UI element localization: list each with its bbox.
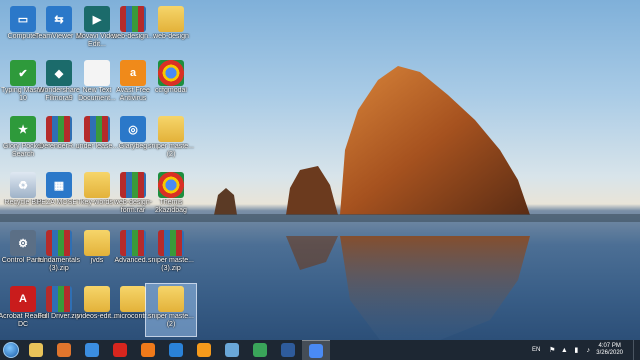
desktop-icon-image: ♻ [10, 172, 36, 198]
desktop-icon[interactable]: sniper maste... (2) [146, 114, 196, 166]
desktop-icon-label: sniper maste... (2) [148, 143, 194, 158]
desktop-icon-image: ◆ [46, 60, 72, 86]
internet-explorer-icon [85, 342, 99, 357]
desktop-icon-image [158, 286, 184, 312]
desktop-icon-image: a [120, 60, 146, 86]
taskbar-internet-explorer-button[interactable] [78, 340, 106, 360]
desktop-icon[interactable]: sniper maste... (2) [145, 283, 197, 337]
taskbar-box-button[interactable] [218, 340, 246, 360]
clock-time: 4:07 PM [598, 343, 621, 349]
taskbar-explorer-button[interactable] [22, 340, 50, 360]
desktop-icon-image: ⇆ [46, 6, 72, 32]
teamviewer-icon [169, 342, 183, 357]
desktop-icon-image [120, 6, 146, 32]
desktop-icon-image [158, 116, 184, 142]
firefox-icon [141, 342, 155, 357]
desktop-icon-image [84, 230, 110, 256]
taskbar-sublime-button[interactable] [190, 340, 218, 360]
chrome-icon [253, 342, 267, 357]
desktop-icon-image: ★ [10, 116, 36, 142]
taskbar-media-player-button[interactable] [50, 340, 78, 360]
desktop-icon-image: A [10, 286, 36, 312]
desktop-icon-image: ▦ [46, 172, 72, 198]
desktop-icon-label: sniper maste... (2) [148, 313, 194, 328]
opera-icon [113, 342, 127, 357]
desktop-icon-label: sniper maste... (3).zip [148, 257, 194, 272]
desktop-icon[interactable]: Themis 2kazidbag [146, 170, 196, 222]
taskbar: EN ⚑ ▲ ▮ ♪ 4:07 PM 3/26/2020 [0, 339, 640, 361]
media-player-icon [57, 342, 71, 357]
desktop-icon-image [46, 286, 72, 312]
taskbar-apps [22, 339, 330, 361]
volume-icon[interactable]: ♪ [584, 346, 592, 354]
desktop-icon[interactable]: sniper maste... (3).zip [146, 228, 196, 280]
explorer-icon [29, 342, 43, 357]
desktop-icon-image [46, 230, 72, 256]
photoshop-icon [281, 342, 295, 357]
windows-logo-icon [3, 342, 19, 358]
desktop-icon-image [84, 116, 110, 142]
desktop-icon-image: ✔ [10, 60, 36, 86]
desktop-icon-image [120, 286, 146, 312]
flag-icon[interactable]: ⚑ [548, 346, 556, 354]
desktop-icon-image [84, 286, 110, 312]
taskbar-photoshop-button[interactable] [274, 340, 302, 360]
desktop-icon-image: ⚙ [10, 230, 36, 256]
taskbar-firefox-button[interactable] [134, 340, 162, 360]
desktop-icon-image [120, 230, 146, 256]
desktop-icon-image [84, 60, 110, 86]
desktop-icon-image [158, 172, 184, 198]
desktop-icon-image [84, 172, 110, 198]
desktop-icon-image: ▶ [84, 6, 110, 32]
desktop-icon-image [46, 116, 72, 142]
sublime-icon [197, 342, 211, 357]
desktop-icon-image [120, 172, 146, 198]
desktop-icon-image: ◎ [120, 116, 146, 142]
clock[interactable]: 4:07 PM 3/26/2020 [596, 343, 623, 357]
system-tray: EN ⚑ ▲ ▮ ♪ 4:07 PM 3/26/2020 [532, 340, 640, 360]
desktop-icons: ▭ Computer ⇆ TeamViewer 15 ▶ Movavi Video Edi… [0, 0, 640, 340]
chrome-active-icon [309, 343, 323, 358]
taskbar-chrome-active-button[interactable] [302, 339, 330, 361]
desktop-icon-image [158, 230, 184, 256]
language-indicator[interactable]: EN [532, 347, 540, 353]
taskbar-opera-button[interactable] [106, 340, 134, 360]
show-desktop-button[interactable] [633, 340, 640, 360]
desktop-icon[interactable]: web-design [146, 4, 196, 56]
taskbar-teamviewer-button[interactable] [162, 340, 190, 360]
clock-date: 3/26/2020 [596, 350, 623, 356]
desktop-icon-image [158, 60, 184, 86]
desktop-icon-label: ccfgmodal [155, 87, 187, 94]
signal-icon[interactable]: ▮ [572, 346, 580, 354]
box-icon [225, 342, 239, 357]
desktop-icon-image: ▭ [10, 6, 36, 32]
desktop-icon-label: Themis 2kazidbag [155, 199, 187, 214]
taskbar-chrome-button[interactable] [246, 340, 274, 360]
start-button[interactable] [0, 340, 22, 360]
desktop-icon-label: web-design [153, 33, 189, 40]
network-icon[interactable]: ▲ [560, 346, 568, 354]
desktop-icon-image [158, 6, 184, 32]
desktop-icon[interactable]: ccfgmodal [146, 58, 196, 110]
